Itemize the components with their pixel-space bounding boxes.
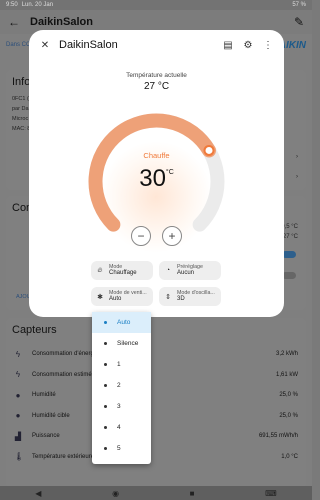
menu-option-1[interactable]: 1 [92,354,151,375]
close-icon[interactable]: ✕ [39,40,51,51]
bullet [104,405,107,408]
sensor-label: Humidité [32,392,56,399]
water-drop-icon: ● [15,411,21,421]
fan-mode-chip[interactable]: ✱ Mode de venti... Auto [91,287,153,306]
swing-icon: ⇕ [165,293,171,301]
sensor-label: Consommation estimée [32,371,96,378]
edit-pencil-icon[interactable]: ✎ [294,15,304,29]
sensors-card-title: Capteurs [12,324,57,336]
nav-home-icon[interactable]: ◉ [112,489,119,498]
sensor-label: Température extérieure [32,453,95,460]
thermostat-dialog: ✕ DaikinSalon ▤ ⚙ ⋮ Température actuelle… [29,30,284,317]
sensor-label: Puissance [32,433,60,440]
thermometer-icon: 🌡 [14,452,25,462]
menu-option-5[interactable]: 5 [92,438,151,459]
increase-button[interactable]: + [162,226,182,246]
sensor-row[interactable]: ϟ Consommation d'énergie 3,2 kWh [6,344,306,365]
sensor-row[interactable]: ϟ Consommation estimée 1,61 kW [6,365,306,386]
chip-value: Aucun [177,270,195,277]
more-vertical-icon[interactable]: ⋮ [262,40,274,51]
menu-option-3[interactable]: 3 [92,396,151,417]
setpoint-display: 30°C [29,165,284,193]
menu-option-label: 4 [117,424,121,431]
decrease-button[interactable]: − [131,226,151,246]
bullet [104,426,107,429]
menu-option-label: 2 [117,382,121,389]
nav-keyboard-icon[interactable]: ⌨ [265,489,277,498]
fan-icon: ✱ [97,293,103,301]
sensor-label: Consommation d'énergie [32,351,99,358]
sensor-row[interactable]: 🌡 Température extérieure 1,0 °C [6,447,306,468]
preset-icon: ◔ [165,267,171,274]
bullet [104,342,107,345]
menu-option-label: Auto [117,319,131,326]
swing-mode-chip[interactable]: ⇕ Mode d'oscilla... 3D [159,287,221,306]
menu-option-label: 5 [117,445,121,452]
history-chart-icon[interactable]: ▤ [222,40,234,51]
sensor-value: 25,0 % [279,412,298,419]
toggle-switch-on[interactable] [282,251,296,258]
menu-option-silence[interactable]: Silence [92,333,151,354]
menu-option-label: Silence [117,340,139,347]
menu-option-2[interactable]: 2 [92,375,151,396]
menu-option-label: 3 [117,403,121,410]
menu-option-label: 1 [117,361,121,368]
sensor-row[interactable]: ● Humidité cible 25,0 % [6,406,306,427]
dialog-title: DaikinSalon [59,39,118,51]
water-drop-icon: ● [15,390,21,400]
dialog-header: ✕ DaikinSalon ▤ ⚙ ⋮ [29,30,284,60]
status-time: 9:50 [6,2,18,8]
mode-chip[interactable]: 🔥︎ Mode Chauffage [91,261,153,280]
chevron-right-icon[interactable]: › [296,174,298,180]
nav-back-icon[interactable]: ◀ [35,489,41,498]
status-date: Lun. 20 Jan [21,2,54,8]
status-bar: 9:50 Lun. 20 Jan 57 % [0,0,312,10]
sensor-value: 3,2 kWh [275,351,298,358]
sensor-value: 691,55 mWh/h [258,433,298,440]
sensor-value: 1,0 °C [281,453,298,460]
navigation-bar: ◀ ◉ ■ ⌨ [0,486,312,500]
bullet [104,363,107,366]
chip-value: Auto [109,296,122,303]
chip-value: Chauffage [109,270,137,277]
menu-option-auto[interactable]: Auto [92,312,151,333]
bullet [104,321,107,324]
sensor-label: Humidité cible [32,412,70,419]
sensor-value: 1,61 kW [275,371,298,378]
menu-option-4[interactable]: 4 [92,417,151,438]
bullet [104,447,107,450]
current-temperature-value: 27 °C [143,81,170,92]
breadcrumb[interactable]: Dans CC [6,42,30,48]
sensors-card: Capteurs ϟ Consommation d'énergie 3,2 kWh… [6,318,306,488]
chevron-right-icon[interactable]: › [296,154,298,160]
status-battery: 57 % [292,2,306,8]
app-title: DaikinSalon [30,16,93,28]
back-arrow-icon[interactable]: ← [8,15,20,29]
hvac-mode-label: Chauffe [143,151,170,160]
sensor-value: 25,0 % [279,392,298,399]
nav-recents-icon[interactable]: ■ [190,489,195,498]
preset-chip[interactable]: ◔ Préréglage Aucun [159,261,221,280]
gear-icon[interactable]: ⚙ [242,40,254,51]
fan-mode-menu: Auto Silence 1 2 3 4 5 [92,312,151,464]
lightning-icon: ϟ [15,349,21,359]
lightning-icon: ϟ [15,370,21,380]
flame-icon: 🔥︎ [97,266,103,274]
current-temperature-label: Température actuelle [126,72,187,79]
chart-icon: ▟ [14,431,22,441]
setpoint-unit: °C [165,169,174,176]
chip-value: 3D [177,296,185,303]
controls-value: 27 °C [282,234,298,240]
sensor-row[interactable]: ● Humidité 25,0 % [6,385,306,406]
toggle-switch-off[interactable] [282,272,296,279]
sensor-row[interactable]: ▟ Puissance 691,55 mWh/h [6,426,306,447]
bullet [104,384,107,387]
setpoint-value: 30 [139,165,166,192]
